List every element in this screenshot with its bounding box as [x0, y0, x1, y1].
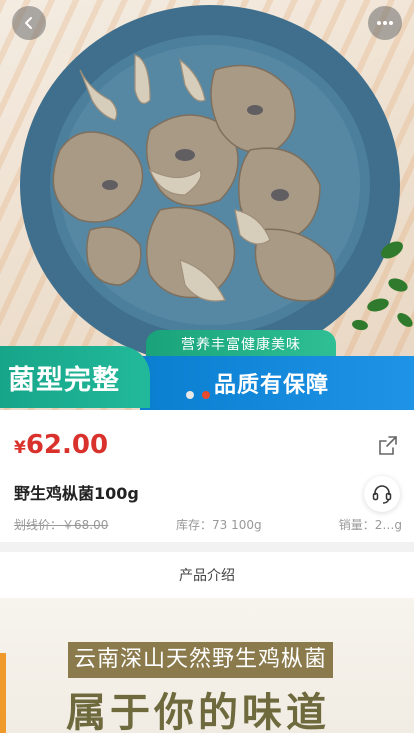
banner-quality: 品质有保障 [140, 356, 414, 410]
product-price: ¥62.00 [14, 430, 108, 460]
customer-service-button[interactable] [364, 476, 400, 512]
side-accent [0, 653, 6, 733]
product-detail-image: 云南深山天然野生鸡枞菌 属于你的味道 [0, 598, 414, 733]
share-icon[interactable] [376, 434, 400, 458]
sales-count: 销量：2…g [338, 518, 402, 532]
detail-headline: 云南深山天然野生鸡枞菌 [68, 642, 334, 678]
banner-tagline: 营养丰富健康美味 [146, 330, 336, 358]
product-intro-heading: 产品介绍 [0, 552, 414, 598]
price-value: 62.00 [25, 430, 109, 460]
product-title: 野生鸡枞菌100g [14, 484, 139, 503]
chevron-left-icon [25, 17, 32, 29]
stock-count: 库存：73 100g [176, 518, 262, 532]
currency-symbol: ¥ [14, 438, 26, 458]
product-info: ¥62.00 野生鸡枞菌100g 划线价：￥68.00 库存：73 100g 销… [0, 410, 414, 542]
back-button[interactable] [12, 6, 46, 40]
original-price: 划线价：￥68.00 [14, 518, 109, 532]
more-button[interactable] [368, 6, 402, 40]
carousel-dot-active[interactable] [202, 391, 210, 399]
carousel-dot[interactable] [186, 391, 194, 399]
carousel-indicator [186, 391, 210, 399]
detail-slogan: 属于你的味道 [66, 689, 330, 733]
product-image-carousel[interactable]: 营养丰富健康美味 品质有保障 菌型完整 [0, 0, 414, 410]
more-dots-icon [377, 21, 393, 25]
banner-complete: 菌型完整 [0, 346, 150, 408]
customer-service-icon [372, 485, 392, 504]
